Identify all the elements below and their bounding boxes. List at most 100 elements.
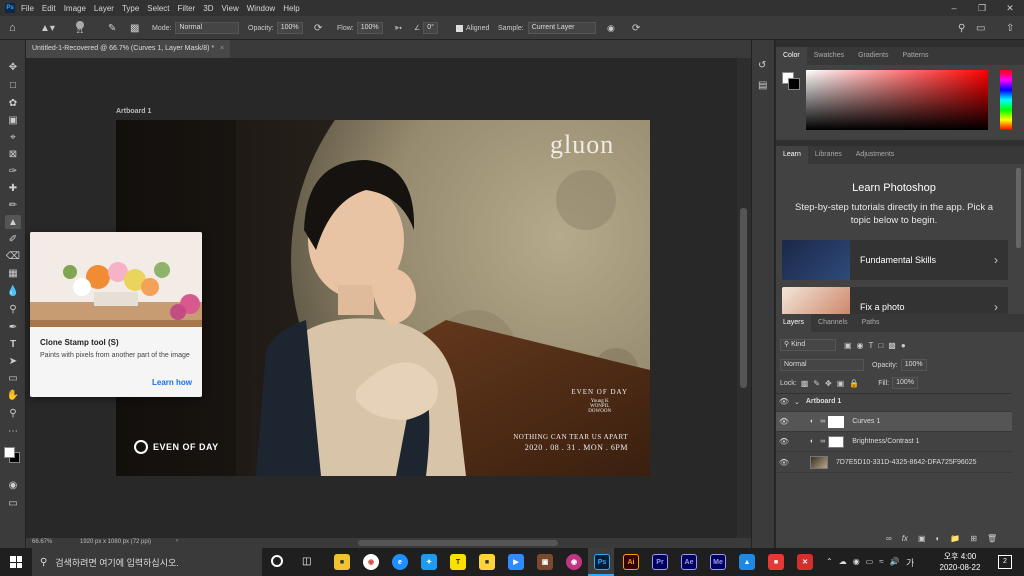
hue-slider[interactable] [1000,70,1012,130]
learn-how-link[interactable]: Learn how [152,378,192,387]
home-icon[interactable]: ⌂ [9,16,16,40]
filter-type-icons[interactable]: ▣◉T□▩● [844,341,911,350]
color-bg-swatch[interactable] [788,78,800,90]
healing-brush-tool-icon[interactable]: ✚ [5,181,21,195]
color-swatches[interactable] [3,444,23,466]
visibility-eye-icon[interactable]: 👁 [776,437,792,446]
collapse-chevron-icon[interactable]: ⌄ [794,398,800,406]
eyedropper-tool-icon[interactable]: ✑ [5,164,21,178]
marquee-tool-icon[interactable]: □ [5,78,21,92]
type-tool-icon[interactable]: T [5,337,21,351]
status-expand-icon[interactable]: › [176,538,178,544]
eraser-tool-icon[interactable]: ⌫ [5,249,21,263]
cortana-icon[interactable] [271,555,283,567]
blur-tool-icon[interactable]: 💧 [5,284,21,298]
visibility-eye-icon[interactable]: 👁 [776,397,792,406]
clone-stamp-preset-icon[interactable]: ▲▾ [40,16,55,40]
layer-opacity-input[interactable]: 100% [900,359,927,371]
menu-type[interactable]: Type [122,4,139,13]
tab-channels[interactable]: Channels [811,314,855,332]
mode-dropdown[interactable]: Normal [175,22,240,34]
new-layer-icon[interactable]: ⊞ [970,534,977,543]
kakaotalk-icon[interactable]: T [450,554,466,570]
illustrator-taskbar-icon[interactable]: Ai [623,554,639,570]
new-group-icon[interactable]: 📁 [950,534,960,543]
layer-row-artboard[interactable]: 👁 ⌄ Artboard 1 [776,392,1012,412]
menu-edit[interactable]: Edit [42,4,56,13]
delete-layer-icon[interactable]: 🗑 [987,534,997,543]
premiere-taskbar-icon[interactable]: Pr [652,554,668,570]
ime-indicator[interactable]: 가 [906,556,914,569]
tab-gradients[interactable]: Gradients [851,47,895,65]
dodge-tool-icon[interactable]: ⚲ [5,302,21,316]
system-tray-icons[interactable]: ⌃☁◉▭≈🔊 [826,557,906,566]
menu-filter[interactable]: Filter [178,4,196,13]
move-tool-icon[interactable]: ✥ [5,60,21,74]
vertical-scrollbar[interactable] [737,58,751,538]
tab-learn[interactable]: Learn [776,146,808,164]
flow-input[interactable]: 100% [356,22,383,34]
quick-mask-icon[interactable]: ◉ [5,478,21,492]
app-icon-15[interactable]: ▲ [739,554,755,570]
menu-help[interactable]: Help [283,4,299,13]
zoom-tool-icon[interactable]: ⚲ [5,406,21,420]
media-encoder-taskbar-icon[interactable]: Me [710,554,726,570]
gradient-tool-icon[interactable]: ▦ [5,266,21,280]
pressure-opacity-icon[interactable]: ⟳ [314,16,322,40]
rectangle-tool-icon[interactable]: ▭ [5,371,21,385]
tab-patterns[interactable]: Patterns [895,47,935,65]
pen-tool-icon[interactable]: ✒ [5,320,21,334]
tab-paths[interactable]: Paths [855,314,887,332]
fundamental-skills-card[interactable]: Fundamental Skills › [782,240,1008,280]
clone-source-panel-icon[interactable]: ▩ [130,16,139,40]
menu-view[interactable]: View [222,4,239,13]
sticky-notes-icon[interactable]: ■ [479,554,495,570]
layer-mask-thumbnail[interactable] [828,435,845,448]
history-panel-icon[interactable]: ↺ [758,60,766,71]
frame-tool-icon[interactable]: ⊠ [5,147,21,161]
fix-photo-card[interactable]: Fix a photo › [782,287,1008,314]
layer-row-photo[interactable]: 👁 7D7E5D10-331D-4325-8642-DFA725F96025 [776,453,1012,473]
share-icon[interactable]: ⇧ [1006,16,1014,40]
tab-layers[interactable]: Layers [776,314,812,332]
close-tab-icon[interactable]: × [220,45,224,52]
menu-file[interactable]: File [21,4,34,13]
minimize-icon[interactable]: – [940,0,968,16]
task-view-icon[interactable]: ◫ [302,556,311,567]
lock-icons[interactable]: ▩✎✥▣🔒 [801,379,864,388]
app-icon-9[interactable]: ◉ [566,554,582,570]
scroll-thumb[interactable] [740,208,747,388]
taskbar-search-box[interactable]: ⚲ 검색하려면 여기에 입력하십시오. [32,548,262,576]
tab-color[interactable]: Color [776,47,807,65]
document-tab[interactable]: Untitled-1-Recovered @ 66.7% (Curves 1, … [26,40,231,58]
fx-icon[interactable]: fx [902,534,908,543]
foreground-color-swatch[interactable] [4,447,15,458]
close-window-icon[interactable]: ✕ [996,0,1024,16]
opacity-input[interactable]: 100% [276,22,303,34]
notification-center-icon[interactable]: 2 [998,555,1012,569]
aligned-checkbox[interactable]: Aligned [456,16,489,40]
menu-window[interactable]: Window [247,4,275,13]
layer-row-brightness[interactable]: 👁 ◐ ∞ Brightness/Contrast 1 [776,432,1012,452]
menu-select[interactable]: Select [147,4,169,13]
menu-layer[interactable]: Layer [94,4,114,13]
brush-size-picker[interactable]: 21 [76,16,84,40]
zoom-app-icon[interactable]: ▶ [508,554,524,570]
sample-dropdown[interactable]: Current Layer [527,22,596,34]
tab-libraries[interactable]: Libraries [808,146,849,164]
edit-toolbar-icon[interactable]: ⋯ [5,424,21,438]
file-explorer-icon[interactable]: ■ [334,554,350,570]
new-adjustment-icon[interactable]: ◐ [936,534,941,543]
properties-panel-icon[interactable]: ▤ [758,80,767,91]
horizontal-scroll-thumb[interactable] [358,540,558,546]
restore-icon[interactable]: ❐ [968,0,996,16]
angle-input[interactable]: 0° [423,22,438,34]
filter-kind-dropdown[interactable]: ⚲ Kind [780,339,836,351]
toggle-brush-panel-icon[interactable]: ✎ [108,16,116,40]
brush-tool-icon[interactable]: ✏ [5,198,21,212]
crop-tool-icon[interactable]: ⌖ [5,130,21,144]
fill-input[interactable]: 100% [892,377,919,389]
tab-adjustments[interactable]: Adjustments [849,146,902,164]
pressure-size-icon[interactable]: ⟳ [632,16,640,40]
app-icon-17[interactable]: ✕ [797,554,813,570]
